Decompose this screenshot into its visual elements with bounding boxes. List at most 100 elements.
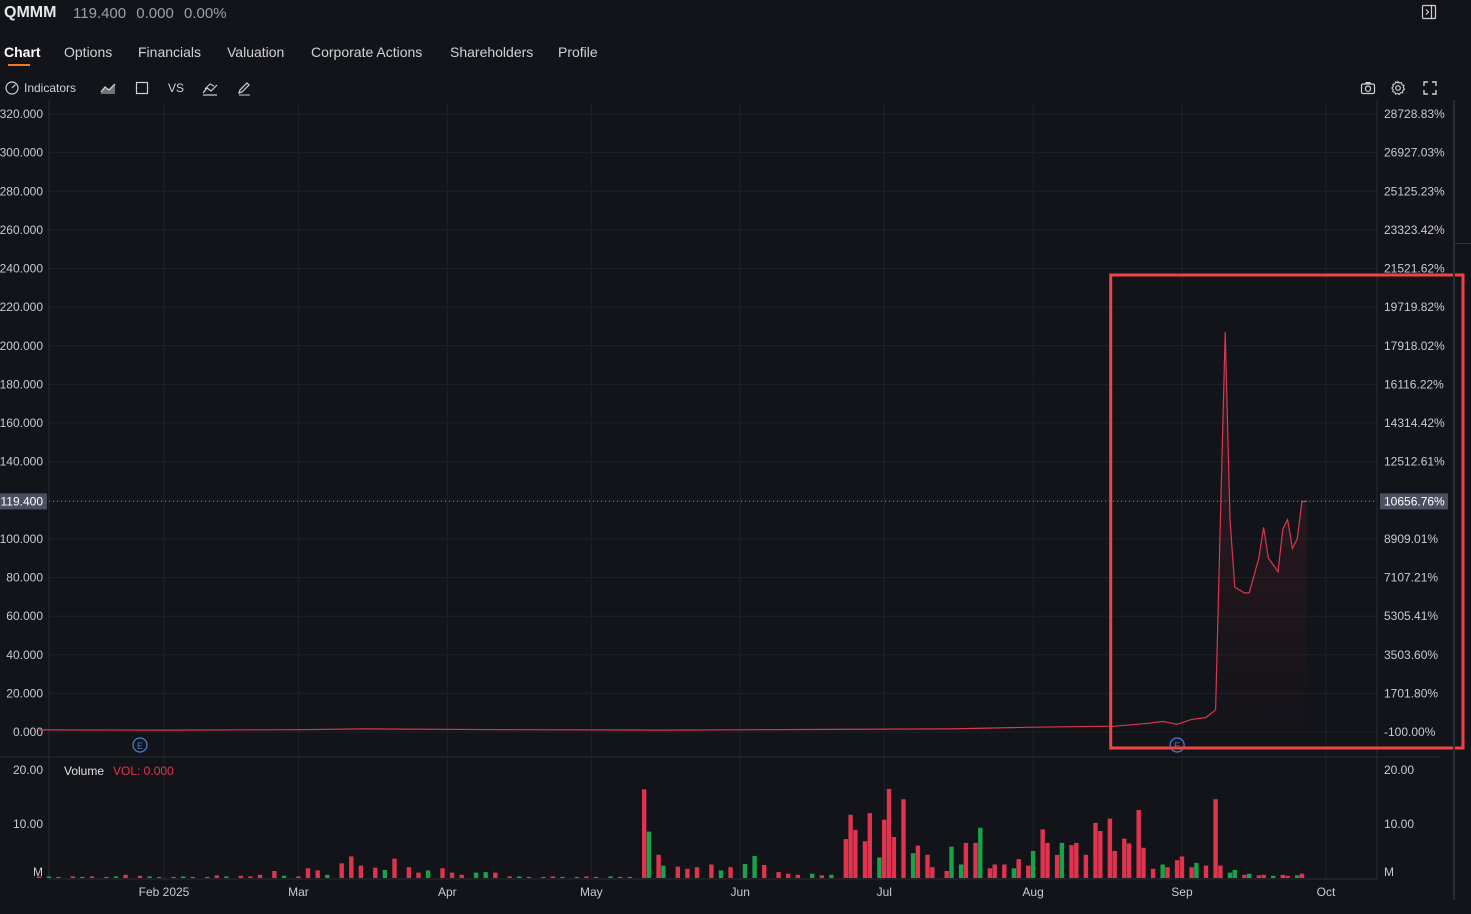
volume-y-tick-left: 10.00 bbox=[13, 817, 43, 831]
volume-bar bbox=[978, 827, 983, 878]
volume-bar bbox=[891, 837, 897, 878]
volume-bar bbox=[1261, 874, 1266, 878]
volume-bar bbox=[1242, 874, 1247, 878]
y-tick-left: 300.000 bbox=[0, 146, 43, 160]
volume-bar bbox=[349, 856, 354, 878]
volume-bar bbox=[80, 876, 85, 878]
x-tick-label: May bbox=[580, 885, 603, 899]
tab-financials[interactable]: Financials bbox=[138, 44, 201, 60]
y-tick-left: 40.000 bbox=[6, 648, 43, 662]
volume-bar bbox=[1271, 875, 1276, 878]
volume-bar bbox=[224, 876, 229, 878]
y-tick-right: 26927.03% bbox=[1384, 146, 1445, 160]
volume-bar bbox=[584, 876, 589, 878]
volume-bar bbox=[416, 872, 421, 878]
y-tick-right: 23323.42% bbox=[1384, 223, 1445, 237]
volume-bar bbox=[1203, 865, 1209, 878]
x-tick-label: Jun bbox=[731, 885, 750, 899]
y-tick-left: 200.000 bbox=[0, 339, 43, 353]
volume-bar bbox=[1122, 838, 1127, 878]
volume-bar bbox=[882, 819, 887, 878]
vs-label: VS bbox=[168, 81, 185, 95]
y-tick-left: 260.000 bbox=[0, 223, 43, 237]
volume-bar bbox=[358, 865, 364, 878]
collapse-panel-icon[interactable] bbox=[1421, 4, 1439, 22]
y-tick-right: 28728.83% bbox=[1384, 107, 1445, 121]
volume-bar bbox=[1040, 829, 1045, 878]
screenshot-button[interactable] bbox=[1360, 78, 1376, 98]
volume-bar bbox=[963, 842, 969, 878]
volume-y-tick-left: 20.00 bbox=[13, 763, 43, 777]
volume-bar bbox=[718, 870, 724, 878]
tab-options[interactable]: Options bbox=[64, 44, 112, 60]
volume-bar bbox=[853, 829, 858, 878]
volume-bar bbox=[1069, 845, 1074, 878]
fullscreen-icon bbox=[1423, 81, 1437, 95]
y-tick-right: 14314.42% bbox=[1384, 416, 1445, 430]
tab-shareholders[interactable]: Shareholders bbox=[450, 44, 533, 60]
y-tick-left: 20.000 bbox=[6, 686, 43, 700]
right-panel-divider[interactable] bbox=[1453, 100, 1455, 900]
volume-y-tick-right: 10.00 bbox=[1384, 817, 1414, 831]
volume-bar bbox=[1083, 854, 1089, 878]
volume-bar bbox=[925, 854, 930, 878]
volume-bar bbox=[1054, 854, 1060, 878]
price-line[interactable] bbox=[39, 332, 1307, 731]
settings-button[interactable] bbox=[1390, 78, 1406, 98]
indicators-icon bbox=[5, 81, 19, 95]
y-tick-left: 80.000 bbox=[6, 571, 43, 585]
volume-bar bbox=[560, 876, 565, 878]
volume-bar bbox=[1160, 864, 1165, 878]
volume-bar bbox=[1179, 856, 1185, 878]
last-price: 119.400 bbox=[73, 5, 127, 22]
fullscreen-button[interactable] bbox=[1422, 78, 1438, 98]
quote-header: QMMM 119.400 0.000 0.00% bbox=[0, 0, 1471, 28]
indicators-button[interactable]: Indicators bbox=[4, 78, 76, 98]
volume-bar bbox=[795, 874, 800, 878]
volume-bar bbox=[642, 789, 647, 878]
volume-bar bbox=[752, 855, 757, 878]
volume-bar bbox=[867, 813, 872, 878]
volume-bar bbox=[56, 876, 61, 878]
y-tick-left: 100.000 bbox=[0, 532, 43, 546]
volume-bar bbox=[762, 865, 767, 878]
tab-chart[interactable]: Chart bbox=[4, 44, 41, 60]
x-tick-label: Apr bbox=[438, 885, 457, 899]
volume-bar bbox=[1136, 810, 1141, 878]
volume-bar bbox=[238, 875, 243, 878]
vs-compare-button[interactable]: VS bbox=[168, 78, 184, 98]
volume-bar bbox=[171, 876, 176, 878]
volume-bar bbox=[574, 876, 580, 878]
volume-bar bbox=[1189, 867, 1194, 878]
volume-bar bbox=[1002, 864, 1007, 878]
tab-corporate-actions[interactable]: Corporate Actions bbox=[311, 44, 422, 60]
x-tick-label: Aug bbox=[1022, 885, 1043, 899]
volume-bar bbox=[1285, 875, 1290, 878]
volume-bar bbox=[248, 876, 253, 878]
volume-bar bbox=[406, 867, 412, 878]
volume-bar bbox=[373, 867, 378, 878]
volume-bar bbox=[1074, 842, 1079, 878]
volume-y-tick-right: 20.00 bbox=[1384, 763, 1414, 777]
volume-bar bbox=[1011, 868, 1017, 878]
volume-bar bbox=[37, 876, 42, 878]
volume-bar bbox=[1174, 860, 1180, 878]
draw-tool-button[interactable] bbox=[236, 78, 252, 98]
volume-bar bbox=[517, 876, 522, 878]
tab-valuation[interactable]: Valuation bbox=[227, 44, 284, 60]
x-tick-label: Feb 2025 bbox=[139, 885, 190, 899]
chart-type-button[interactable] bbox=[100, 78, 116, 98]
volume-bar bbox=[104, 876, 109, 878]
y-tick-right: 5305.41% bbox=[1384, 609, 1438, 623]
volume-value-label: VOL: 0.000 bbox=[113, 764, 174, 778]
volume-bar bbox=[819, 875, 824, 878]
volume-bar bbox=[89, 876, 95, 878]
volume-bar bbox=[459, 874, 464, 878]
volume-bar bbox=[973, 842, 978, 878]
volume-bar bbox=[958, 864, 964, 878]
price-chart[interactable]: 320.000 300.000 280.000 260.000 240.000 220.0… bbox=[0, 100, 1471, 910]
tab-profile[interactable]: Profile bbox=[558, 44, 598, 60]
compare-box-button[interactable] bbox=[134, 78, 150, 98]
trend-tool-button[interactable] bbox=[202, 78, 218, 98]
volume-bar bbox=[1299, 873, 1305, 878]
